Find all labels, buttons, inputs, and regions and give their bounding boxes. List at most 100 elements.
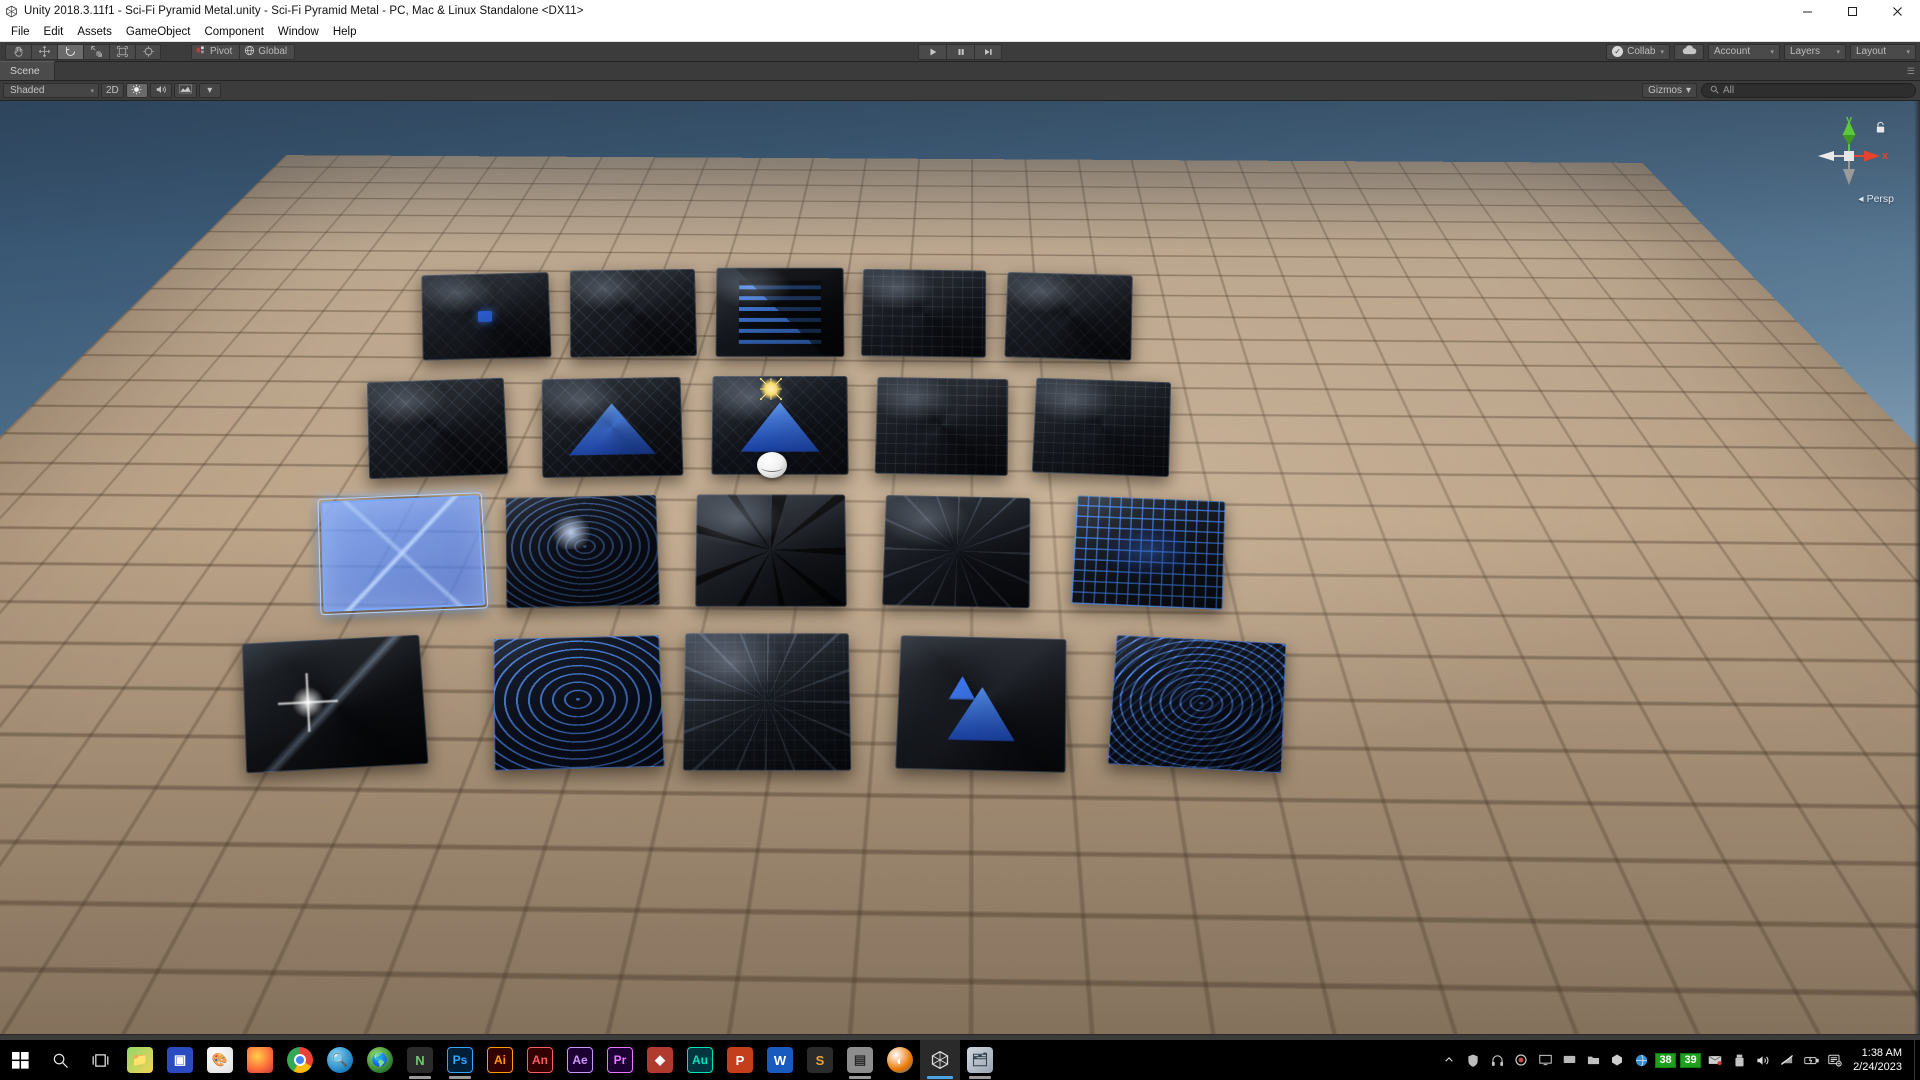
tray-chevron-up-icon[interactable] — [1437, 1040, 1461, 1080]
pyramid-r2c5[interactable] — [1031, 377, 1172, 478]
scene-viewport[interactable]: y x ◂ Persp — [0, 101, 1920, 1034]
taskbar-app-firefox[interactable] — [240, 1040, 280, 1080]
layers-button[interactable]: Layers ▾ — [1784, 43, 1846, 60]
pivot-toggle[interactable]: Pivot — [191, 43, 240, 60]
taskbar-app-powerpoint[interactable]: P — [720, 1040, 760, 1080]
pause-button[interactable] — [946, 43, 974, 60]
taskbar-app-globe-app[interactable]: 🌎 — [360, 1040, 400, 1080]
taskbar-search-icon[interactable] — [40, 1040, 80, 1080]
taskbar-app-word[interactable]: W — [760, 1040, 800, 1080]
tray-badge-0[interactable]: 38 — [1655, 1052, 1677, 1068]
menu-help[interactable]: Help — [326, 24, 364, 40]
tray-record-icon[interactable] — [1509, 1040, 1533, 1080]
rotate-tool-button[interactable] — [57, 43, 83, 60]
pyramid-r4c4[interactable] — [895, 635, 1067, 773]
tray-mail-icon[interactable] — [1703, 1040, 1727, 1080]
scale-tool-button[interactable] — [83, 43, 109, 60]
pyramid-r1c1[interactable] — [421, 272, 552, 361]
taskbar-app-photoshop[interactable]: Ps — [440, 1040, 480, 1080]
tab-scene[interactable]: Scene — [0, 61, 55, 80]
tray-shield-icon[interactable] — [1461, 1040, 1485, 1080]
taskbar-app-paint-app[interactable]: 🎨 — [200, 1040, 240, 1080]
tray-display-icon[interactable] — [1533, 1040, 1557, 1080]
taskbar-app-unity-editor[interactable] — [920, 1040, 960, 1080]
scene-lighting-toggle[interactable] — [125, 83, 148, 98]
pyramid-r3c4[interactable] — [882, 494, 1031, 609]
tray-volume-icon[interactable] — [1751, 1040, 1775, 1080]
transform-tool-button[interactable] — [135, 43, 161, 60]
taskbar-app-scanner-app[interactable]: ▣ — [160, 1040, 200, 1080]
taskbar-app-substance-painter[interactable]: ◆ — [640, 1040, 680, 1080]
menu-gameobject[interactable]: GameObject — [119, 24, 198, 40]
pyramid-r1c2[interactable] — [569, 268, 698, 358]
layout-button[interactable]: Layout ▾ — [1850, 43, 1916, 60]
pyramid-r4c5[interactable] — [1107, 634, 1287, 774]
lock-icon[interactable] — [1875, 121, 1886, 139]
scene-effects-toggle[interactable] — [173, 83, 197, 98]
maximize-button[interactable] — [1830, 0, 1875, 22]
taskbar-app-notepad-plus[interactable]: N — [400, 1040, 440, 1080]
cloud-services-button[interactable] — [1674, 43, 1704, 60]
tray-folder-sync-icon[interactable] — [1581, 1040, 1605, 1080]
taskbar-app-blender[interactable]: ◐ — [880, 1040, 920, 1080]
task-view-icon[interactable] — [80, 1040, 120, 1080]
taskbar-app-code-editor[interactable]: ▤ — [840, 1040, 880, 1080]
close-button[interactable] — [1875, 0, 1920, 22]
pyramid-r2c2[interactable] — [541, 376, 684, 479]
tray-usb-icon[interactable] — [1727, 1040, 1751, 1080]
tray-network-disconnected-icon[interactable] — [1775, 1040, 1799, 1080]
panel-menu-icon[interactable]: ☰ — [1907, 66, 1916, 77]
tray-battery-icon[interactable] — [1799, 1040, 1823, 1080]
pyramid-r1c3[interactable] — [715, 267, 845, 357]
taskbar-app-file-explorer[interactable]: 📁 — [120, 1040, 160, 1080]
tray-globe-small-icon[interactable] — [1629, 1040, 1653, 1080]
taskbar-app-sublime-text[interactable]: S — [800, 1040, 840, 1080]
account-button[interactable]: Account ▾ — [1708, 43, 1780, 60]
start-button[interactable] — [0, 1040, 40, 1080]
move-tool-button[interactable] — [31, 43, 57, 60]
taskbar-app-audition[interactable]: Au — [680, 1040, 720, 1080]
sphere-handle-icon[interactable] — [757, 452, 787, 478]
pyramid-r1c5[interactable] — [1004, 271, 1133, 361]
taskbar-app-google-chrome[interactable] — [280, 1040, 320, 1080]
show-desktop-button[interactable] — [1914, 1040, 1920, 1080]
pyramid-r3c2[interactable] — [505, 494, 660, 609]
pyramid-r3c1[interactable] — [317, 492, 489, 616]
tray-notifications-icon[interactable] — [1823, 1040, 1847, 1080]
pyramid-r2c4[interactable] — [874, 376, 1009, 476]
menu-edit[interactable]: Edit — [37, 24, 71, 40]
global-toggle[interactable]: Global — [239, 43, 296, 60]
taskbar-app-magnifier-app[interactable]: 🔍 — [320, 1040, 360, 1080]
pyramid-r4c3[interactable] — [682, 633, 852, 771]
hand-tool-button[interactable] — [5, 43, 31, 60]
menu-window[interactable]: Window — [271, 24, 326, 40]
directional-light-gizmo-icon[interactable] — [760, 378, 782, 400]
taskbar-app-file-explorer-2[interactable]: 🗂 — [960, 1040, 1000, 1080]
tray-badge-1[interactable]: 39 — [1680, 1052, 1702, 1068]
menu-assets[interactable]: Assets — [70, 24, 119, 40]
rect-transform-tool-button[interactable] — [109, 43, 135, 60]
pyramid-r3c5[interactable] — [1070, 495, 1226, 610]
pyramid-r2c1[interactable] — [366, 377, 509, 480]
tray-app-icon[interactable] — [1605, 1040, 1629, 1080]
scene-axis-gizmo[interactable]: y x — [1806, 113, 1892, 199]
gizmos-dropdown[interactable]: Gizmos ▾ — [1642, 83, 1697, 98]
step-button[interactable] — [974, 43, 1002, 60]
scene-audio-toggle[interactable] — [149, 83, 172, 98]
collab-button[interactable]: ✓ Collab ▾ — [1606, 43, 1670, 60]
taskbar-app-after-effects[interactable]: Ae — [560, 1040, 600, 1080]
draw-mode-dropdown[interactable]: Shaded ▾ — [3, 83, 99, 98]
taskbar-clock[interactable]: 1:38 AM 2/24/2023 — [1847, 1040, 1914, 1080]
pyramid-r4c1[interactable] — [241, 634, 429, 774]
pyramid-r3c3[interactable] — [695, 494, 847, 607]
pyramid-r1c4[interactable] — [860, 268, 987, 358]
play-button[interactable] — [918, 43, 946, 60]
projection-mode-label[interactable]: ◂ Persp — [1858, 193, 1894, 205]
menu-file[interactable]: File — [4, 24, 37, 40]
scene-search-input[interactable]: All — [1701, 83, 1916, 98]
menu-component[interactable]: Component — [197, 24, 270, 40]
tray-monitor-icon[interactable] — [1557, 1040, 1581, 1080]
taskbar-app-animate[interactable]: An — [520, 1040, 560, 1080]
taskbar-app-illustrator[interactable]: Ai — [480, 1040, 520, 1080]
scene-effects-dropdown[interactable]: ▾ — [198, 83, 221, 98]
